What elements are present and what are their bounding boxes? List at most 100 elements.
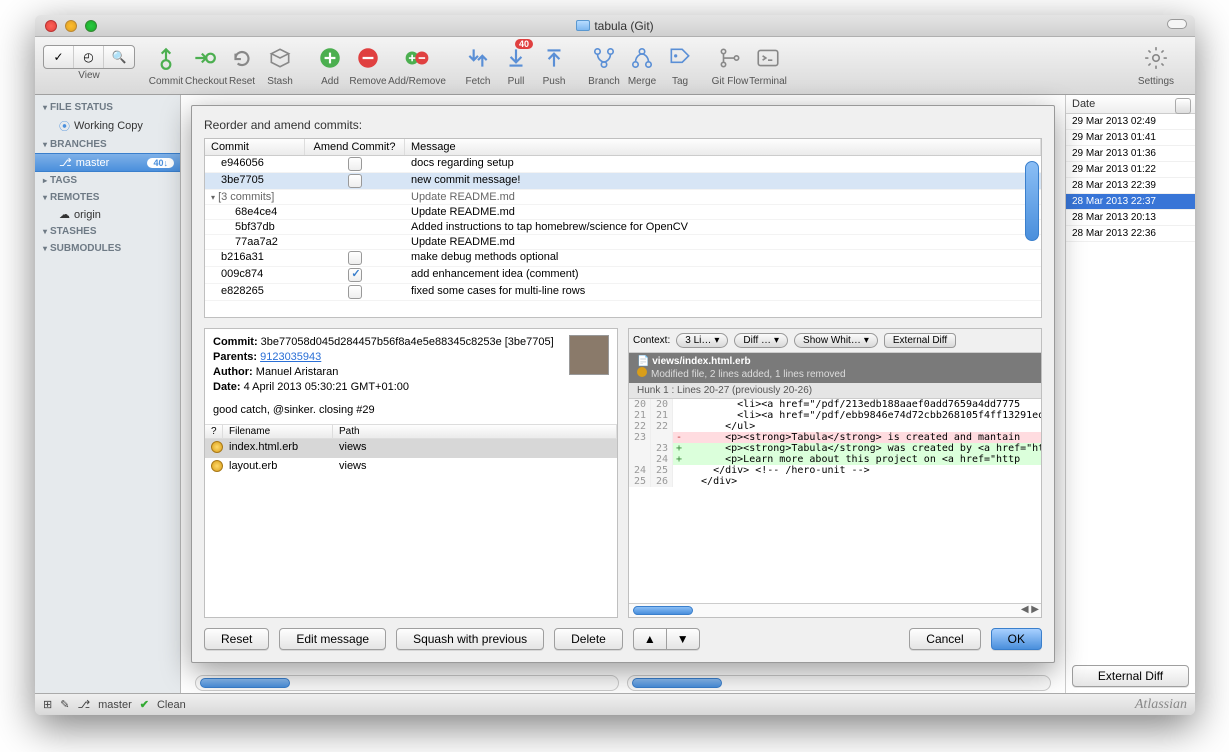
external-diff-button[interactable]: External Diff: [884, 333, 956, 348]
commit-row[interactable]: e828265fixed some cases for multi-line r…: [205, 284, 1041, 301]
background-scrollbars: [191, 675, 1055, 691]
folder-icon: [576, 20, 590, 31]
col-filename[interactable]: Filename: [223, 425, 333, 438]
file-row[interactable]: index.html.erbviews: [205, 439, 617, 458]
tag-button[interactable]: [661, 41, 699, 75]
edit-message-button[interactable]: Edit message: [279, 628, 386, 650]
merge-label: Merge: [623, 76, 661, 87]
move-down-button[interactable]: ▼: [666, 628, 700, 650]
checkout-button[interactable]: [185, 41, 223, 75]
stash-button[interactable]: [261, 41, 299, 75]
commit-row[interactable]: 3be7705new commit message!: [205, 173, 1041, 190]
diff-line: 2222 </ul>: [629, 421, 1041, 432]
sidebar-section-submodules[interactable]: SUBMODULES: [35, 240, 180, 257]
sidebar-section-remotes[interactable]: REMOTES: [35, 189, 180, 206]
interactive-rebase-sheet: Reorder and amend commits: Commit Amend …: [191, 105, 1055, 663]
date-column-header[interactable]: Date: [1066, 95, 1195, 114]
diff-line: 23- <p><strong>Tabula</strong> is create…: [629, 432, 1041, 443]
cloud-icon: ☁: [59, 208, 70, 221]
zoom-icon[interactable]: [85, 20, 97, 32]
commit-row[interactable]: 009c874add enhancement idea (comment): [205, 267, 1041, 284]
sidebar-item-working-copy[interactable]: ⦿Working Copy: [35, 116, 180, 136]
ok-button[interactable]: OK: [991, 628, 1042, 650]
col-path[interactable]: Path: [333, 425, 617, 438]
date-row[interactable]: 29 Mar 2013 01:41: [1066, 130, 1195, 146]
date-row[interactable]: 29 Mar 2013 01:22: [1066, 162, 1195, 178]
diff-popup[interactable]: Diff …▾: [734, 333, 788, 348]
add-remove-button[interactable]: [387, 41, 447, 75]
edit-icon[interactable]: ✎: [60, 698, 69, 711]
h-scrollbar[interactable]: [627, 675, 1051, 691]
commit-button[interactable]: [147, 41, 185, 75]
commit-row[interactable]: b216a31make debug methods optional: [205, 250, 1041, 267]
commit-date: 4 April 2013 05:30:21 GMT+01:00: [244, 381, 409, 393]
sidebar-section-stashes[interactable]: STASHES: [35, 223, 180, 240]
reset-button[interactable]: Reset: [204, 628, 269, 650]
commit-row[interactable]: 5bf37dbAdded instructions to tap homebre…: [205, 220, 1041, 235]
minimize-icon[interactable]: [65, 20, 77, 32]
move-up-button[interactable]: ▲: [633, 628, 666, 650]
main-area: FILE STATUS ⦿Working Copy BRANCHES ⎇ mas…: [35, 95, 1195, 693]
h-scrollbar[interactable]: [195, 675, 619, 691]
remove-button[interactable]: [349, 41, 387, 75]
sidebar-item-origin[interactable]: ☁origin: [35, 206, 180, 223]
titlebar-pill-icon[interactable]: [1167, 19, 1187, 29]
whitespace-popup[interactable]: Show Whit…▾: [794, 333, 878, 348]
branch-button[interactable]: [585, 41, 623, 75]
diff-h-scrollbar[interactable]: ◀ ▶: [629, 603, 1041, 617]
pull-badge: 40: [515, 39, 533, 49]
date-row[interactable]: 29 Mar 2013 02:49: [1066, 114, 1195, 130]
titlebar: tabula (Git): [35, 15, 1195, 37]
commit-row[interactable]: e946056docs regarding setup: [205, 156, 1041, 173]
sidebar-section-file-status[interactable]: FILE STATUS: [35, 99, 180, 116]
v-scrollbar[interactable]: [1025, 161, 1039, 241]
view-search-icon[interactable]: 🔍: [104, 46, 134, 68]
amend-checkbox[interactable]: [348, 157, 362, 171]
commit-row[interactable]: 77aa7a2Update README.md: [205, 235, 1041, 250]
amend-checkbox[interactable]: [348, 251, 362, 265]
cancel-button[interactable]: Cancel: [909, 628, 980, 650]
col-commit[interactable]: Commit: [205, 139, 305, 155]
gitflow-button[interactable]: [711, 41, 749, 75]
col-amend[interactable]: Amend Commit?: [305, 139, 405, 155]
branch-icon: ⎇: [59, 156, 72, 169]
add-button[interactable]: [311, 41, 349, 75]
sidebar-item-master[interactable]: ⎇ master 40↓: [35, 153, 180, 172]
settings-button[interactable]: [1137, 41, 1175, 75]
date-row[interactable]: 28 Mar 2013 22:36: [1066, 226, 1195, 242]
close-icon[interactable]: [45, 20, 57, 32]
col-status[interactable]: ?: [205, 425, 223, 438]
pull-button[interactable]: 40: [497, 41, 535, 75]
sidebar-section-branches[interactable]: BRANCHES: [35, 136, 180, 153]
amend-checkbox[interactable]: [348, 285, 362, 299]
context-popup[interactable]: 3 Li…▾: [676, 333, 728, 348]
date-row[interactable]: 28 Mar 2013 22:37: [1066, 194, 1195, 210]
date-row[interactable]: 28 Mar 2013 22:39: [1066, 178, 1195, 194]
diff-file-banner: 📄 views/index.html.erb Modified file, 2 …: [629, 353, 1041, 383]
view-clock-icon[interactable]: ◴: [74, 46, 104, 68]
diff-line: 2526 </div>: [629, 476, 1041, 487]
parent-link[interactable]: 9123035943: [260, 351, 321, 363]
file-row[interactable]: layout.erbviews: [205, 458, 617, 477]
push-button[interactable]: [535, 41, 573, 75]
amend-checkbox[interactable]: [348, 174, 362, 188]
commit-row[interactable]: 68e4ce4Update README.md: [205, 205, 1041, 220]
delete-button[interactable]: Delete: [554, 628, 623, 650]
col-message[interactable]: Message: [405, 139, 1041, 155]
external-diff-button-right[interactable]: External Diff: [1072, 665, 1189, 687]
squash-button[interactable]: Squash with previous: [396, 628, 544, 650]
stash-label: Stash: [261, 76, 299, 87]
merge-button[interactable]: [623, 41, 661, 75]
date-row[interactable]: 29 Mar 2013 01:36: [1066, 146, 1195, 162]
commit-row[interactable]: ▾ [3 commits]Update README.md: [205, 190, 1041, 205]
view-check-icon[interactable]: ✓: [44, 46, 74, 68]
terminal-button[interactable]: [749, 41, 787, 75]
date-row[interactable]: 28 Mar 2013 20:13: [1066, 210, 1195, 226]
fetch-button[interactable]: [459, 41, 497, 75]
amend-checkbox[interactable]: [348, 268, 362, 282]
author-avatar: [569, 335, 609, 375]
view-segmented[interactable]: ✓ ◴ 🔍: [43, 45, 135, 69]
layout-toggle-icon[interactable]: ⊞: [43, 698, 52, 711]
sidebar-section-tags[interactable]: TAGS: [35, 172, 180, 189]
reset-button[interactable]: [223, 41, 261, 75]
